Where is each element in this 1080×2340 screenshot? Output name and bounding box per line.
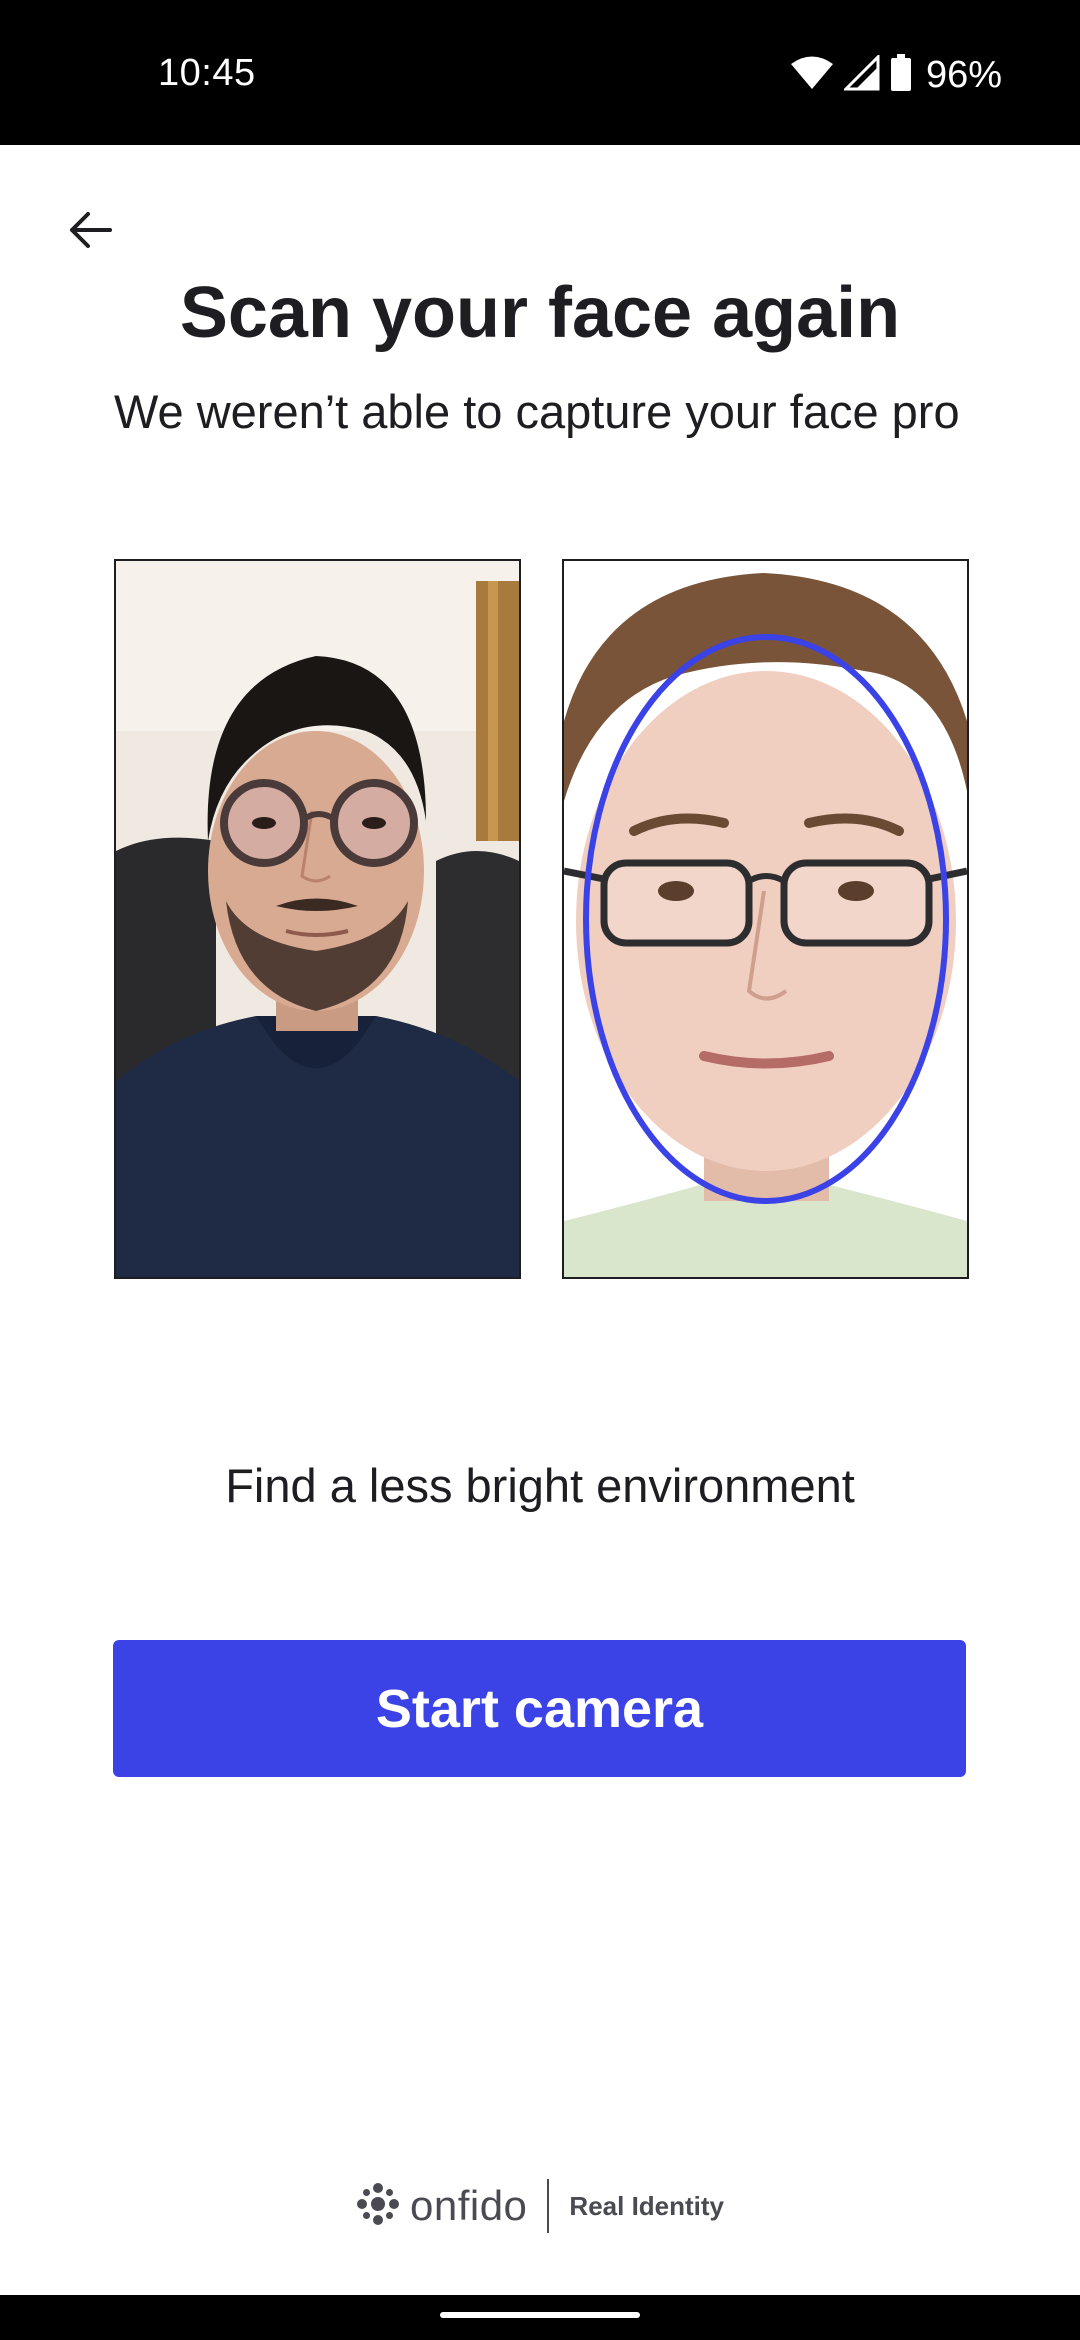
back-button[interactable]: [54, 196, 126, 268]
wifi-icon: [790, 55, 834, 96]
brand-name: onfido: [409, 2182, 528, 2229]
footer-branding: onfido Real Identity: [0, 2176, 1080, 2236]
page-subtitle: We weren’t able to capture your face pro: [114, 385, 960, 438]
navigation-bar: [0, 2295, 1080, 2340]
onfido-logo-icon: [356, 2182, 400, 2231]
page-title: Scan your face again: [179, 273, 901, 353]
hint-text: Find a less bright environment: [225, 1459, 855, 1512]
battery-percentage: 96%: [925, 53, 1002, 96]
battery-icon: [890, 53, 912, 97]
status-time: 10:45: [158, 52, 256, 94]
cell-signal-icon: [842, 52, 880, 96]
screen: 10:45 96% Scan your face again We weren’…: [0, 0, 1080, 2340]
brand-tagline: Real Identity: [569, 2190, 725, 2221]
arrow-left-icon: [66, 206, 114, 259]
onfido-logo: onfido: [356, 2182, 527, 2231]
brand-divider: [547, 2179, 550, 2233]
start-camera-button[interactable]: Start camera: [113, 1640, 966, 1777]
example-face-image: [562, 559, 969, 1279]
home-indicator[interactable]: [440, 2312, 640, 2318]
captured-selfie-image: [114, 559, 521, 1279]
status-bar: 10:45 96%: [0, 0, 1080, 145]
status-icons: 96%: [790, 50, 1002, 100]
